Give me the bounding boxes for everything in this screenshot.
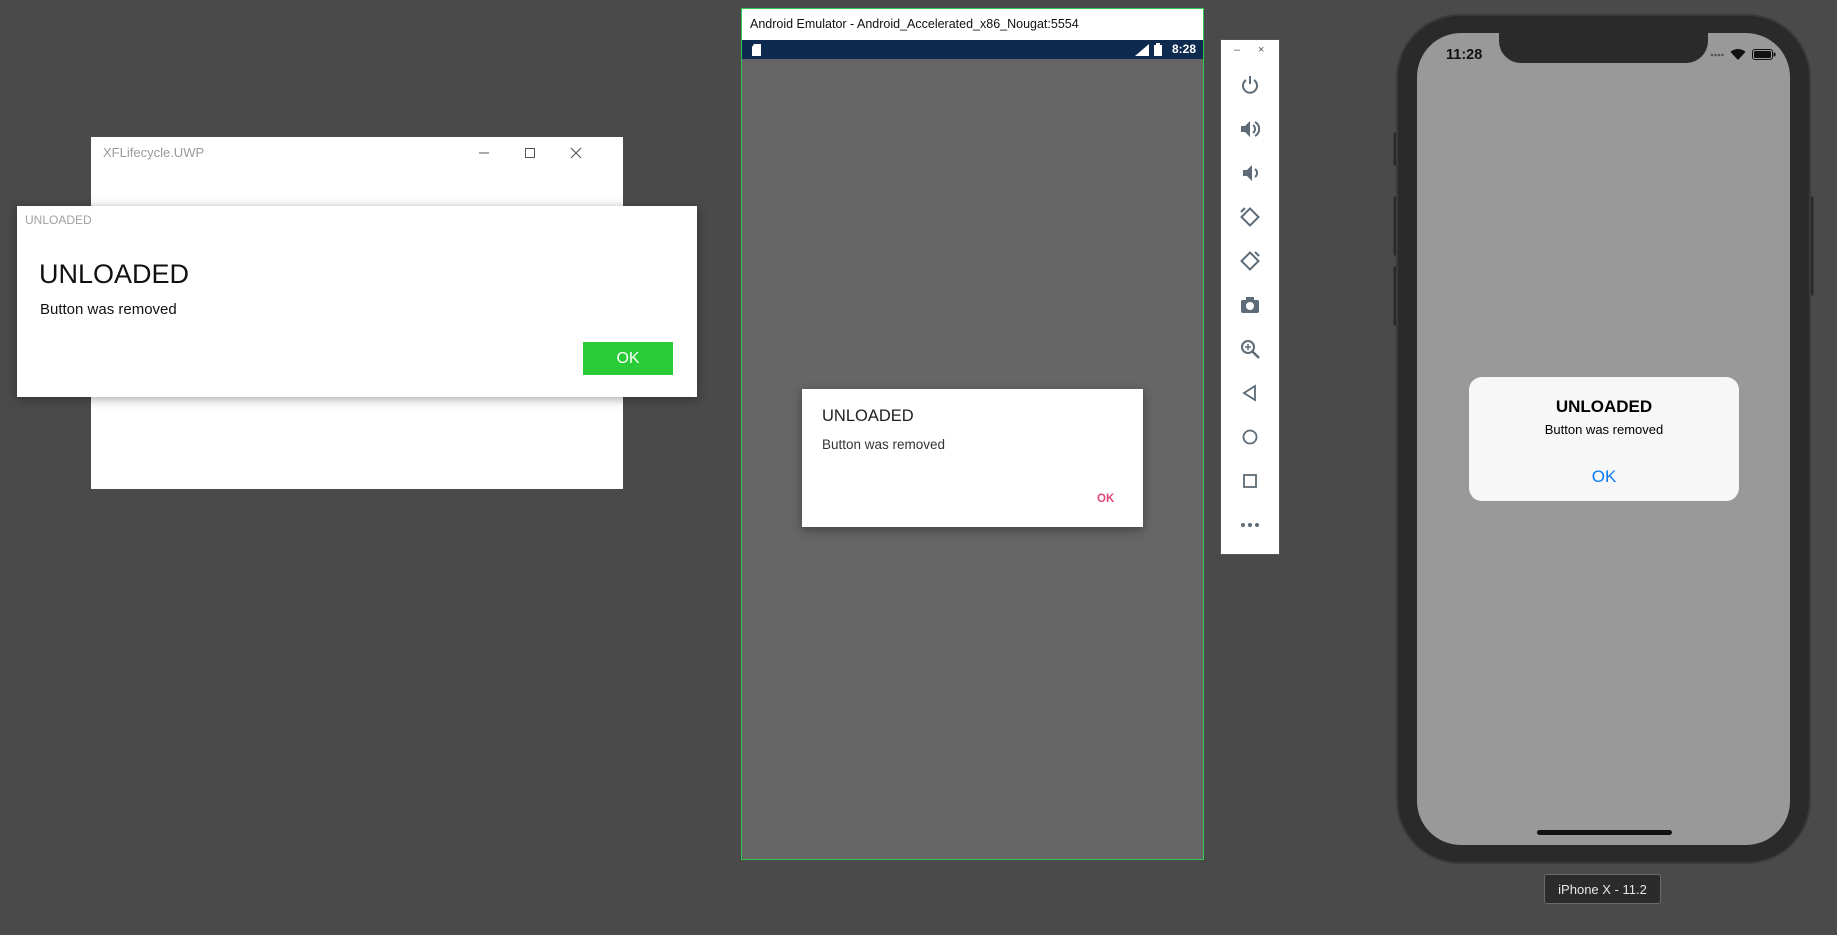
overview-button[interactable] (1235, 466, 1265, 496)
back-icon (1242, 384, 1256, 402)
battery-icon (1154, 43, 1162, 56)
maximize-icon (525, 148, 535, 158)
cellular-signal-icon (1710, 53, 1724, 57)
minimize-button[interactable] (461, 137, 507, 169)
status-bar-clock: 8:28 (1171, 42, 1196, 56)
home-icon (1242, 429, 1258, 445)
dialog-heading: UNLOADED (39, 259, 190, 289)
dialog-message: Button was removed (822, 437, 946, 452)
ok-button[interactable]: OK (1469, 467, 1739, 487)
android-screen: UNLOADED Button was removed OK (742, 59, 1203, 859)
signal-icon (1135, 44, 1149, 56)
screenshot-button[interactable] (1235, 290, 1265, 320)
back-button[interactable] (1235, 378, 1265, 408)
camera-icon (1241, 297, 1259, 313)
toolbar-minimize-icon[interactable]: – (1234, 44, 1240, 56)
dialog-title: UNLOADED (822, 407, 914, 425)
zoom-icon (1241, 340, 1260, 359)
emulator-window-title: Android Emulator - Android_Accelerated_x… (750, 17, 1079, 31)
more-button[interactable] (1235, 510, 1265, 540)
minimize-icon (479, 152, 489, 154)
wifi-icon (1730, 49, 1746, 60)
overview-icon (1243, 474, 1257, 488)
android-alert-dialog: UNLOADED Button was removed OK (802, 389, 1143, 527)
rotate-right-button[interactable] (1235, 246, 1265, 276)
more-icon (1241, 523, 1259, 527)
iphone-notch (1499, 33, 1708, 63)
maximize-button[interactable] (507, 137, 553, 169)
sd-card-icon (752, 44, 761, 56)
home-button[interactable] (1235, 422, 1265, 452)
status-bar-clock: 11:28 (1446, 47, 1483, 63)
volume-up-button[interactable] (1235, 114, 1265, 144)
ios-alert: UNLOADED Button was removed OK (1469, 377, 1739, 501)
rotate-right-icon (1240, 251, 1260, 271)
volume-down-icon (1243, 165, 1258, 181)
rotate-left-icon (1240, 207, 1260, 227)
volume-up-icon (1241, 121, 1261, 137)
android-status-bar: 8:28 (742, 40, 1203, 59)
battery-icon (1752, 49, 1776, 60)
close-icon (570, 147, 582, 159)
device-label: iPhone X - 11.2 (1544, 874, 1661, 904)
power-button[interactable] (1235, 70, 1265, 100)
desktop: { "uwp": { "window_title": "XFLifecycle.… (0, 0, 1837, 935)
volume-down-button[interactable] (1235, 158, 1265, 188)
android-emulator-window: Android Emulator - Android_Accelerated_x… (741, 8, 1204, 860)
dialog-caption: UNLOADED (25, 213, 92, 227)
ok-button[interactable]: OK (583, 342, 673, 375)
emulator-toolbar: – × (1220, 39, 1280, 555)
ok-button[interactable]: OK (1097, 493, 1114, 505)
uwp-window-title: XFLifecycle.UWP (103, 145, 205, 160)
uwp-dialog: UNLOADED UNLOADED Button was removed OK (17, 206, 697, 397)
toolbar-close-icon[interactable]: × (1258, 44, 1264, 56)
alert-title: UNLOADED (1555, 397, 1653, 416)
dialog-message: Button was removed (40, 301, 177, 318)
close-button[interactable] (553, 137, 599, 169)
home-indicator (1537, 830, 1672, 835)
alert-message: Button was removed (1544, 422, 1664, 437)
iphone-screen: 11:28 UNLOADED Button was removed OK (1417, 33, 1790, 845)
power-icon (1242, 76, 1258, 94)
rotate-left-button[interactable] (1235, 202, 1265, 232)
zoom-button[interactable] (1235, 334, 1265, 364)
